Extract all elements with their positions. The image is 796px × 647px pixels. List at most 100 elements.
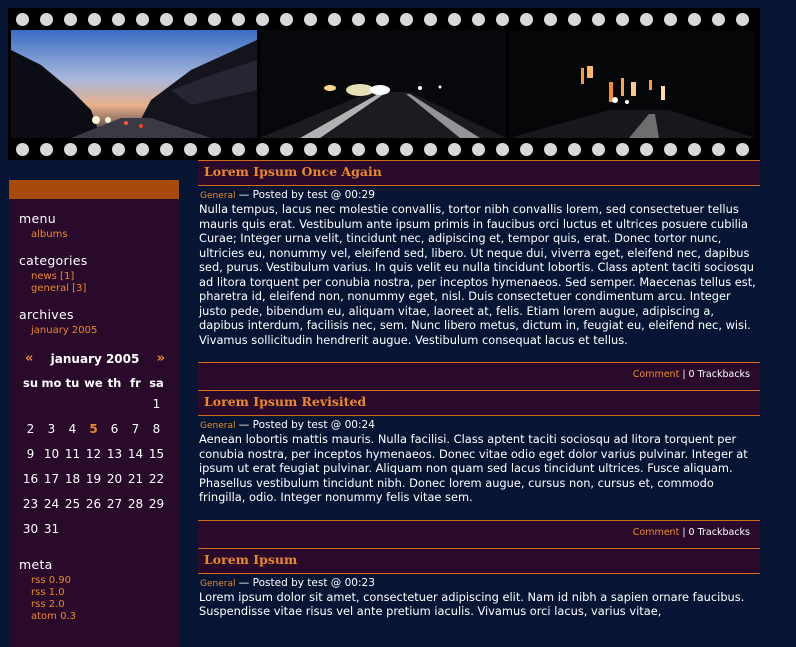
film-hole: [520, 12, 533, 26]
calendar-day: 1: [152, 396, 161, 411]
film-hole: [64, 12, 77, 26]
post-footer: Comment | 0 Trackbacks: [198, 362, 760, 390]
post-byline: — Posted by test @ 00:24: [235, 419, 375, 431]
film-hole: [640, 142, 653, 156]
header-photo-dusk-road: [11, 30, 257, 138]
calendar-weekday: mo: [41, 376, 62, 390]
calendar-day: [62, 391, 83, 416]
calendar-weekday: su: [22, 376, 39, 390]
archives-list: january 2005: [31, 325, 179, 337]
menu-link-albums[interactable]: albums: [31, 229, 179, 241]
meta-link-rss-10[interactable]: rss 1.0: [31, 587, 179, 599]
calendar-day: 14: [127, 446, 144, 461]
comment-link[interactable]: Comment: [633, 369, 680, 380]
meta-link-rss-090[interactable]: rss 0.90: [31, 575, 179, 587]
post-byline: — Posted by test @ 00:29: [235, 189, 375, 201]
calendar-day: 6: [110, 421, 119, 436]
film-hole: [448, 142, 461, 156]
calendar-day: 17: [43, 471, 60, 486]
calendar-day: 13: [106, 446, 123, 461]
film-hole: [208, 12, 221, 26]
archive-link-january-2005[interactable]: january 2005: [31, 325, 179, 337]
comment-link[interactable]: Comment: [633, 527, 680, 538]
film-hole: [88, 142, 101, 156]
category-link-general[interactable]: general [3]: [31, 283, 179, 295]
film-hole: [280, 142, 293, 156]
post-body: Nulla tempus, lacus nec molestie convall…: [199, 202, 756, 347]
calendar-day: [41, 391, 62, 416]
category-link-news[interactable]: news [1]: [31, 271, 179, 283]
film-hole: [712, 142, 725, 156]
film-hole: [256, 142, 269, 156]
sidebar-header-bar: [9, 180, 179, 199]
film-hole: [256, 12, 269, 26]
calendar-day: 2: [26, 421, 35, 436]
film-hole: [424, 12, 437, 26]
calendar-day: 21: [127, 471, 144, 486]
film-hole: [232, 12, 245, 26]
calendar-day: 25: [64, 496, 81, 511]
film-hole: [208, 142, 221, 156]
calendar-day[interactable]: 5: [83, 416, 104, 441]
calendar-day: 24: [43, 496, 60, 511]
categories-list: news [1] general [3]: [31, 271, 179, 295]
footer-separator: |: [679, 526, 689, 538]
film-hole: [328, 142, 341, 156]
film-hole: [16, 142, 29, 156]
film-hole: [88, 12, 101, 26]
archives-heading: archives: [19, 307, 74, 322]
meta-link-rss-20[interactable]: rss 2.0: [31, 599, 179, 611]
film-hole: [616, 142, 629, 156]
calendar-prev-button[interactable]: «: [25, 351, 33, 366]
film-hole: [688, 142, 701, 156]
film-hole: [376, 12, 389, 26]
calendar-weekday: tu: [65, 376, 80, 390]
post-title[interactable]: Lorem Ipsum Revisited: [198, 390, 760, 416]
film-hole: [472, 12, 485, 26]
film-hole: [304, 12, 317, 26]
calendar-day: [20, 391, 41, 416]
film-hole: [424, 142, 437, 156]
film-hole: [616, 12, 629, 26]
post-title[interactable]: Lorem Ipsum Once Again: [198, 160, 760, 186]
film-hole: [232, 142, 245, 156]
film-hole: [544, 142, 557, 156]
film-hole: [160, 142, 173, 156]
film-hole: [664, 12, 677, 26]
film-hole: [64, 142, 77, 156]
film-hole: [376, 142, 389, 156]
trackbacks-link[interactable]: 0 Trackbacks: [689, 369, 750, 380]
film-hole: [160, 12, 173, 26]
sidebar: menu albums categories news [1] general …: [9, 180, 179, 647]
categories-heading: categories: [19, 253, 88, 268]
calendar-weekday: fr: [130, 376, 141, 390]
calendar-day: [83, 516, 104, 541]
calendar-weekday: sa: [149, 376, 164, 390]
calendar-day: 3: [47, 421, 56, 436]
calendar-next-button[interactable]: »: [157, 351, 165, 366]
film-hole: [40, 142, 53, 156]
calendar-day: 29: [148, 496, 165, 511]
calendar-day: 12: [85, 446, 102, 461]
film-hole: [184, 142, 197, 156]
calendar-day: 10: [43, 446, 60, 461]
menu-heading: menu: [19, 211, 56, 226]
film-hole: [280, 12, 293, 26]
post-category-link[interactable]: General: [200, 579, 235, 589]
calendar-day: [104, 391, 125, 416]
film-holes-top: [8, 8, 760, 30]
post-body: Lorem ipsum dolor sit amet, consectetuer…: [199, 589, 745, 619]
post-category-link[interactable]: General: [200, 191, 235, 201]
post-meta: General — Posted by test @ 00:24: [200, 419, 760, 431]
header-photo-night-street: [509, 30, 755, 138]
film-hole: [712, 12, 725, 26]
post-category-link[interactable]: General: [200, 421, 235, 431]
film-hole: [496, 12, 509, 26]
film-holes-bottom: [8, 138, 760, 160]
film-hole: [736, 12, 749, 26]
post-title[interactable]: Lorem Ipsum: [198, 547, 760, 574]
menu-list: albums: [31, 229, 179, 241]
trackbacks-link[interactable]: 0 Trackbacks: [689, 527, 750, 538]
calendar-day: [146, 516, 167, 541]
meta-link-atom-03[interactable]: atom 0.3: [31, 611, 179, 623]
